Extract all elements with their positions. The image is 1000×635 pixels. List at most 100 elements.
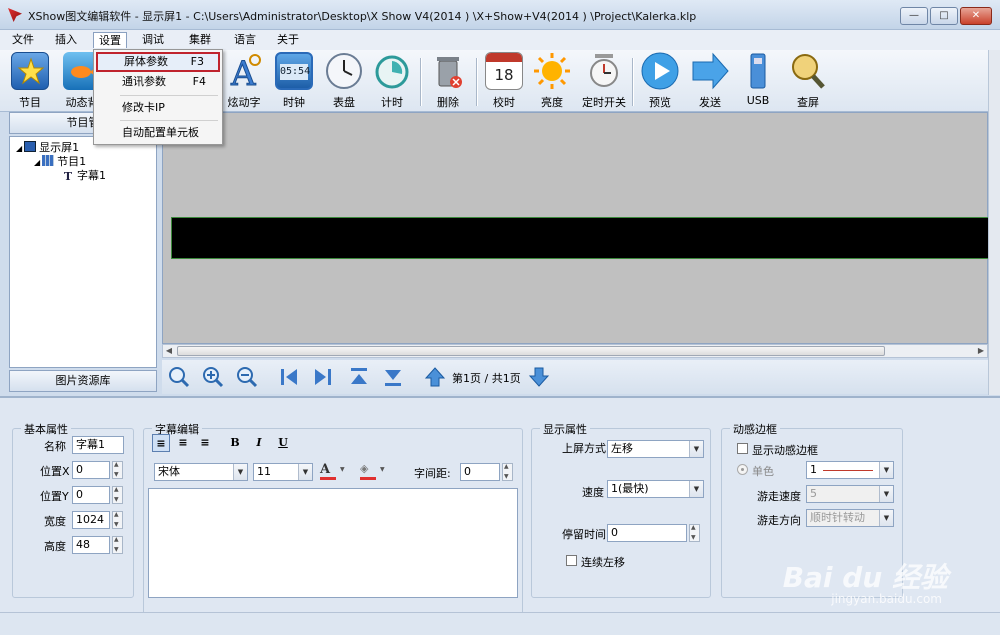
toolbar-separator xyxy=(420,58,422,106)
tool-sync-time[interactable]: 18 校时 xyxy=(478,52,530,110)
zoom-fit-icon[interactable] xyxy=(168,366,190,388)
analog-clock-icon xyxy=(325,52,363,90)
font-size-select[interactable]: 11 ▼ xyxy=(253,463,313,481)
menuitem-comm-params[interactable]: 通讯参数 F4 xyxy=(96,72,220,92)
menu-cluster[interactable]: 集群 xyxy=(184,32,216,48)
canvas-horizontal-scrollbar[interactable]: ◀ ▶ xyxy=(162,344,988,358)
move-bottom-icon[interactable] xyxy=(382,366,404,388)
menu-insert[interactable]: 插入 xyxy=(50,32,82,48)
close-button[interactable]: ✕ xyxy=(960,7,992,25)
mono-color-label: 单色 xyxy=(752,465,774,478)
tree-node-subtitle[interactable]: T 字幕1 xyxy=(62,169,106,183)
height-spinner[interactable] xyxy=(112,536,123,554)
walk-speed-select[interactable]: 5 ▼ xyxy=(806,485,894,503)
first-item-icon[interactable] xyxy=(278,366,300,388)
tool-brightness[interactable]: 亮度 xyxy=(526,52,578,110)
chevron-down-icon: ▼ xyxy=(689,441,703,457)
zoom-in-icon[interactable] xyxy=(202,366,224,388)
walk-direction-select[interactable]: 顺时针转动 ▼ xyxy=(806,509,894,527)
underline-button[interactable]: U xyxy=(274,434,292,452)
menuitem-auto-config[interactable]: 自动配置单元板 xyxy=(96,123,220,143)
monitor-icon xyxy=(24,141,37,152)
pos-x-spinner[interactable] xyxy=(112,461,123,479)
show-border-checkbox[interactable] xyxy=(737,443,748,454)
menuitem-screen-params[interactable]: 屏体参数 F3 xyxy=(96,52,220,72)
show-border-label: 显示动感边框 xyxy=(752,444,818,457)
menu-settings[interactable]: 设置 xyxy=(93,32,127,48)
tool-usb[interactable]: USB xyxy=(732,52,784,110)
tool-fancy-text[interactable]: A 炫动字 xyxy=(218,52,270,110)
tool-preview[interactable]: 预览 xyxy=(634,52,686,110)
tool-timer[interactable]: 计时 xyxy=(366,52,418,110)
subtitle-text-area[interactable] xyxy=(148,488,518,598)
tree-node-program[interactable]: ◢ 节目1 xyxy=(34,155,86,169)
led-display-area[interactable] xyxy=(171,217,989,259)
text-color-button[interactable]: A ▼ xyxy=(320,462,350,482)
move-top-icon[interactable] xyxy=(348,366,370,388)
display-mode-label: 上屏方式 xyxy=(562,442,606,455)
tool-dial[interactable]: 表盘 xyxy=(318,52,370,110)
walk-direction-label: 游走方向 xyxy=(757,514,801,527)
mono-color-radio[interactable] xyxy=(737,464,748,475)
scrollbar-thumb[interactable] xyxy=(177,346,885,356)
scroll-left-icon[interactable]: ◀ xyxy=(163,345,175,357)
width-input[interactable]: 1024 xyxy=(72,511,110,529)
width-label: 宽度 xyxy=(44,515,66,528)
menu-debug[interactable]: 调试 xyxy=(137,32,169,48)
width-spinner[interactable] xyxy=(112,511,123,529)
pos-y-spinner[interactable] xyxy=(112,486,123,504)
menu-language[interactable]: 语言 xyxy=(229,32,261,48)
zoom-out-icon[interactable] xyxy=(236,366,258,388)
tool-schedule-power[interactable]: 定时开关 xyxy=(578,52,630,110)
tool-program[interactable]: 节目 xyxy=(4,52,56,110)
alarm-clock-icon xyxy=(585,52,623,90)
font-select[interactable]: 宋体 ▼ xyxy=(154,463,248,481)
continuous-left-checkbox[interactable] xyxy=(566,555,577,566)
tool-delete[interactable]: 删除 xyxy=(422,52,474,110)
menu-file[interactable]: 文件 xyxy=(7,32,39,48)
display-mode-select[interactable]: 左移 ▼ xyxy=(607,440,704,458)
pos-y-input[interactable]: 0 xyxy=(72,486,110,504)
page-down-icon[interactable] xyxy=(528,366,550,388)
tool-inspect[interactable]: 查屏 xyxy=(782,52,834,110)
align-left-icon[interactable]: ≡ xyxy=(152,434,170,452)
tab-image-library[interactable]: 图片资源库 xyxy=(9,370,157,392)
last-item-icon[interactable] xyxy=(312,366,334,388)
tool-clock[interactable]: 05:54 时钟 xyxy=(268,52,320,110)
screen-canvas[interactable] xyxy=(162,112,989,344)
menuitem-change-ip[interactable]: 修改卡IP xyxy=(96,98,220,118)
tree-node-screen[interactable]: ◢ 显示屏1 xyxy=(16,141,79,155)
continuous-left-label: 连续左移 xyxy=(581,556,625,569)
height-input[interactable]: 48 xyxy=(72,536,110,554)
sun-icon xyxy=(533,52,571,90)
highlight-color-button[interactable]: ◈ ▼ xyxy=(360,462,390,482)
pos-x-label: 位置X xyxy=(40,465,70,478)
maximize-button[interactable]: □ xyxy=(930,7,958,25)
align-right-icon[interactable]: ≡ xyxy=(196,434,214,452)
italic-button[interactable]: I xyxy=(250,434,268,452)
height-label: 高度 xyxy=(44,540,66,553)
align-center-icon[interactable]: ≡ xyxy=(174,434,192,452)
text-color-icon: A xyxy=(320,462,331,477)
page-up-icon[interactable] xyxy=(424,366,446,388)
menu-about[interactable]: 关于 xyxy=(272,32,304,48)
char-spacing-spinner[interactable] xyxy=(502,463,513,481)
char-spacing-input[interactable]: 0 xyxy=(460,463,500,481)
window-vertical-scrollbar[interactable] xyxy=(988,50,1000,395)
bold-button[interactable]: B xyxy=(226,434,244,452)
chevron-down-icon: ▼ xyxy=(689,481,703,497)
stay-time-label: 停留时间 xyxy=(562,528,606,541)
tool-send[interactable]: 发送 xyxy=(684,52,736,110)
stay-time-input[interactable]: 0 xyxy=(607,524,687,542)
minimize-button[interactable]: — xyxy=(900,7,928,25)
speed-select[interactable]: 1(最快) ▼ xyxy=(607,480,704,498)
menu-separator xyxy=(120,120,218,121)
name-input[interactable]: 字幕1 xyxy=(72,436,124,454)
film-icon xyxy=(42,155,55,166)
scroll-right-icon[interactable]: ▶ xyxy=(975,345,987,357)
border-style-select[interactable]: 1 ▼ xyxy=(806,461,894,479)
stay-time-spinner[interactable] xyxy=(689,524,700,542)
digital-clock-icon: 05:54 xyxy=(275,52,313,90)
name-label: 名称 xyxy=(44,440,66,453)
pos-x-input[interactable]: 0 xyxy=(72,461,110,479)
